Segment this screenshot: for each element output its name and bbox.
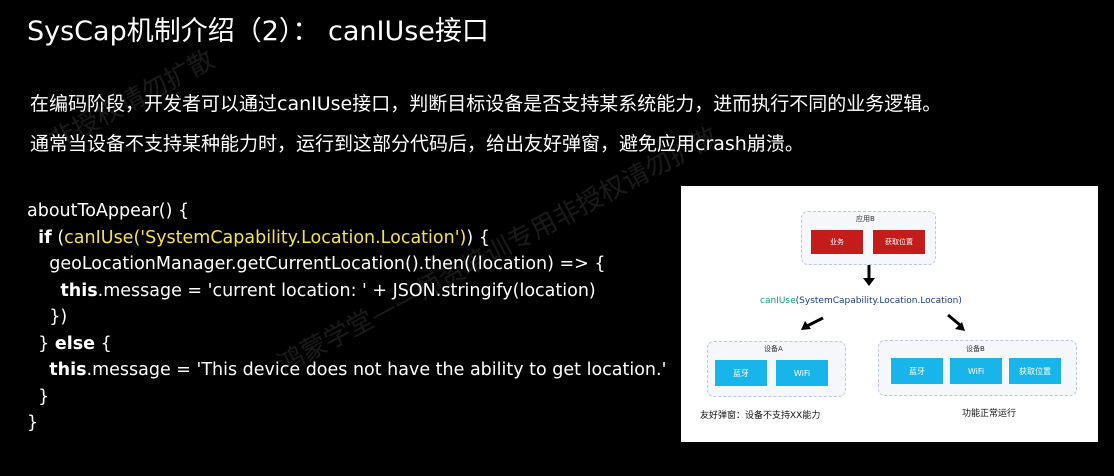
device-b-label: 设备B [966, 345, 985, 353]
description-line-2: 通常当设备不支持某种能力时，运行到这部分代码后，给出友好弹窗，避免应用crash… [30, 133, 804, 155]
arrow-down-icon [863, 265, 875, 286]
device-b-bluetooth: 蓝牙 [891, 358, 943, 384]
business-block: 业务 [811, 230, 863, 254]
device-b-wifi: WiFi [950, 358, 1002, 384]
device-a-wifi: WiFi [776, 360, 828, 386]
code-line-5: }) [27, 304, 666, 331]
code-line-6: } else { [27, 331, 666, 358]
description-line-1: 在编码阶段，开发者可以通过canIUse接口，判断目标设备是否支持某系统能力，进… [30, 93, 942, 115]
code-text: ) { [466, 227, 490, 248]
device-a-bluetooth: 蓝牙 [715, 360, 767, 386]
device-a-label: 设备A [764, 345, 783, 353]
code-line-8: } [27, 384, 666, 411]
caption-unsupported: 友好弹窗：设备不支持XX能力 [700, 411, 821, 421]
caniuse-diagram: 应用B 业务 获取位置 canIUse(SystemCapability.Loc… [681, 186, 1098, 442]
code-line-9: } [27, 413, 39, 433]
keyword-else: else [54, 333, 95, 354]
caniuse-call-label: canIUse(SystemCapability.Location.Locati… [760, 296, 962, 306]
caption-supported: 功能正常运行 [962, 409, 1017, 419]
code-line-4: this.message = 'current location: ' + JS… [27, 278, 666, 305]
code-text: } [38, 333, 55, 354]
code-text: } [38, 386, 50, 407]
code-line-2: if (canIUse('SystemCapability.Location.L… [27, 225, 666, 252]
slide-description: 在编码阶段，开发者可以通过canIUse接口，判断目标设备是否支持某系统能力，进… [30, 84, 941, 164]
app-box-label: 应用B [856, 215, 875, 223]
caniuse-fn: canIUse [760, 296, 796, 306]
code-line-7: this.message = 'This device does not hav… [27, 357, 666, 384]
slide-title: SysCap机制介绍（2）： canIUse接口 [27, 16, 489, 47]
keyword-if: if [38, 227, 52, 248]
code-block: aboutToAppear() { if (canIUse('SystemCap… [27, 198, 666, 437]
code-text: ( [51, 227, 65, 248]
keyword-this: this [49, 360, 87, 380]
arrow-down-left-icon [801, 316, 824, 330]
caniuse-arg: (SystemCapability.Location.Location) [795, 296, 962, 306]
code-text: .message = 'This device does not have th… [86, 360, 667, 380]
device-b-location: 获取位置 [1009, 358, 1061, 384]
code-line-3: geoLocationManager.getCurrentLocation().… [27, 251, 666, 278]
arrow-down-right-icon [947, 313, 965, 331]
code-text: geoLocationManager.getCurrentLocation().… [49, 254, 606, 274]
code-text: { [95, 333, 112, 354]
keyword-this: this [60, 280, 98, 301]
code-text: }) [49, 307, 68, 327]
code-line-1: aboutToAppear() { [27, 201, 190, 221]
code-text: .message = 'current location: ' + JSON.s… [97, 280, 596, 301]
get-location-block: 获取位置 [873, 230, 925, 254]
caniuse-call: canIUse('SystemCapability.Location.Locat… [64, 227, 467, 248]
